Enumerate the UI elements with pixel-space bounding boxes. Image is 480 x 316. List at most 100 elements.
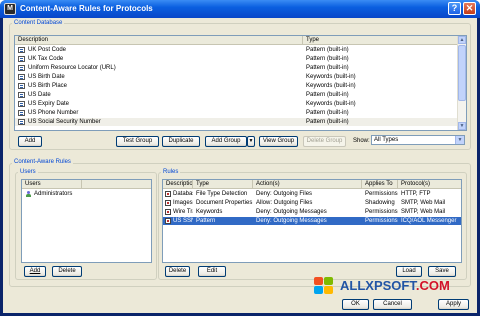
cell-applies: Permissions — [365, 191, 398, 197]
table-row[interactable]: US SSNPattern Deny: Outgoing Messages Perm… — [163, 217, 461, 225]
table-row[interactable]: US Birth Date Keywords (built-in) — [15, 73, 466, 81]
users-group-label: Users — [18, 168, 38, 176]
close-button[interactable]: ✕ — [463, 2, 476, 15]
cancel-button[interactable]: Cancel — [373, 299, 412, 310]
rules-column-description[interactable]: Description — [163, 180, 193, 189]
cell-protocols: ICQ/AOL Messenger — [401, 218, 457, 224]
cell-type: Keywords (built-in) — [306, 83, 356, 89]
rule-icon — [165, 218, 171, 224]
rules-column-type[interactable]: Type — [193, 180, 253, 189]
watermark-tld: .COM — [415, 278, 450, 293]
table-row[interactable]: US Social Security Number Pattern (built-… — [15, 118, 466, 126]
test-group-button[interactable]: Test Group — [116, 136, 159, 147]
cell-actions: Allow: Outgoing Files — [256, 200, 313, 206]
cell-type: Pattern (built-in) — [306, 56, 349, 62]
cell-type: Document Properties — [196, 200, 253, 206]
cell-description: Database — [173, 191, 193, 197]
rules-header: Description Type Action(s) Applies To Pr… — [163, 180, 461, 189]
cell-type: Keywords (built-in) — [306, 74, 356, 80]
apply-button[interactable]: Apply — [438, 299, 469, 310]
cell-protocols: HTTP, FTP — [401, 191, 431, 197]
cell-type: Pattern — [196, 218, 216, 224]
cell-type: File Type Detection — [196, 191, 248, 197]
table-row[interactable]: US Birth Place Keywords (built-in) — [15, 82, 466, 90]
db-add-button[interactable]: Add — [18, 136, 42, 147]
scroll-up-arrow[interactable]: ▲ — [458, 36, 466, 44]
cell-description: US Birth Date — [28, 74, 65, 80]
scroll-down-arrow[interactable]: ▼ — [458, 122, 466, 130]
rules-list[interactable]: Description Type Action(s) Applies To Pr… — [162, 179, 462, 263]
app-icon: M — [4, 3, 16, 15]
cell-type: Pattern (built-in) — [306, 65, 349, 71]
title-bar[interactable]: M Content-Aware Rules for Protocols ? ✕ — [0, 0, 480, 18]
column-type[interactable]: Type — [303, 36, 458, 45]
cell-applies: Permissions — [365, 209, 398, 215]
add-group-dropdown-arrow[interactable]: ▼ — [247, 136, 255, 147]
users-header: Users — [22, 180, 151, 189]
cell-type: Keywords — [196, 209, 223, 215]
table-row[interactable]: UK Tax Code Pattern (built-in) — [15, 55, 466, 63]
user-group-icon — [25, 191, 32, 198]
table-row[interactable]: DatabaseFile Type Detection Deny: Outgoin… — [163, 190, 461, 198]
rule-delete-button[interactable]: Delete — [165, 266, 190, 277]
help-button[interactable]: ? — [448, 2, 461, 15]
content-aware-rules-label: Content-Aware Rules — [12, 158, 73, 166]
table-row[interactable]: Images with textDocument PropertiesAllow… — [163, 199, 461, 207]
cell-type: Pattern (built-in) — [306, 119, 349, 125]
cell-description: Wire Transfer — [173, 209, 193, 215]
window-title: Content-Aware Rules for Protocols — [20, 4, 153, 13]
chevron-down-icon[interactable]: ▼ — [455, 136, 464, 144]
content-item-icon — [18, 65, 25, 71]
user-add-button[interactable]: Add — [24, 266, 46, 277]
cell-description: US Phone Number — [28, 110, 79, 116]
show-label: Show: — [353, 138, 370, 144]
content-database-header: Description Type — [15, 36, 466, 45]
table-row[interactable]: US Date Pattern (built-in) — [15, 91, 466, 99]
table-row[interactable]: US Phone Number Pattern (built-in) — [15, 109, 466, 117]
cell-applies: Permissions — [365, 218, 398, 224]
column-users[interactable]: Users — [22, 180, 82, 189]
content-database-list[interactable]: Description Type UK Post Code Pattern (bu… — [14, 35, 467, 131]
cell-protocols: SMTP, Web Mail — [401, 200, 446, 206]
cell-description: US Birth Place — [28, 83, 68, 89]
cell-description: US Date — [28, 92, 51, 98]
user-delete-button[interactable]: Delete — [52, 266, 82, 277]
cell-description: Images with text — [173, 200, 193, 206]
content-item-icon — [18, 101, 25, 107]
user-name: Administrators — [34, 191, 73, 197]
user-add-label: Add — [29, 268, 41, 274]
rules-column-applies-to[interactable]: Applies To — [362, 180, 398, 189]
cell-description: US Social Security Number — [28, 119, 101, 125]
show-type-select[interactable]: All Types ▼ — [371, 135, 465, 145]
view-group-button[interactable]: View Group — [259, 136, 298, 147]
list-item[interactable]: Administrators — [22, 190, 151, 198]
show-type-value: All Types — [374, 137, 399, 143]
vertical-scrollbar[interactable]: ▲ ▼ — [457, 36, 466, 130]
rules-column-protocols[interactable]: Protocol(s) — [398, 180, 461, 189]
table-row[interactable]: UK Post Code Pattern (built-in) — [15, 46, 466, 54]
watermark-brand: ALLXPSOFT — [340, 278, 416, 293]
rules-column-actions[interactable]: Action(s) — [253, 180, 362, 189]
content-database-label: Content Database — [12, 19, 65, 27]
rule-icon — [165, 191, 171, 197]
table-row[interactable]: US Expiry Date Keywords (built-in) — [15, 100, 466, 108]
cell-description: US SSN — [173, 218, 193, 224]
dialog-window: M Content-Aware Rules for Protocols ? ✕ … — [0, 0, 480, 316]
windows-flag-logo — [314, 277, 336, 297]
rules-group-label: Rules — [161, 168, 181, 176]
rule-edit-button[interactable]: Edit — [198, 266, 226, 277]
table-row[interactable]: Wire TransferKeywords Deny: Outgoing Mess… — [163, 208, 461, 216]
ok-button[interactable]: OK — [342, 299, 369, 310]
cell-type: Pattern (built-in) — [306, 92, 349, 98]
cell-type: Pattern (built-in) — [306, 47, 349, 53]
cell-description: UK Tax Code — [28, 56, 64, 62]
users-list[interactable]: Users Administrators — [21, 179, 152, 263]
watermark-text: ALLXPSOFT.COM — [340, 279, 450, 293]
cell-description: Uniform Resource Locator (URL) — [28, 65, 116, 71]
delete-group-button[interactable]: Delete Group — [303, 136, 346, 147]
column-description[interactable]: Description — [15, 36, 303, 45]
table-row[interactable]: Uniform Resource Locator (URL) Pattern (b… — [15, 64, 466, 72]
duplicate-button[interactable]: Duplicate — [162, 136, 200, 147]
add-group-button[interactable]: Add Group — [205, 136, 247, 147]
scroll-thumb[interactable] — [458, 45, 466, 101]
